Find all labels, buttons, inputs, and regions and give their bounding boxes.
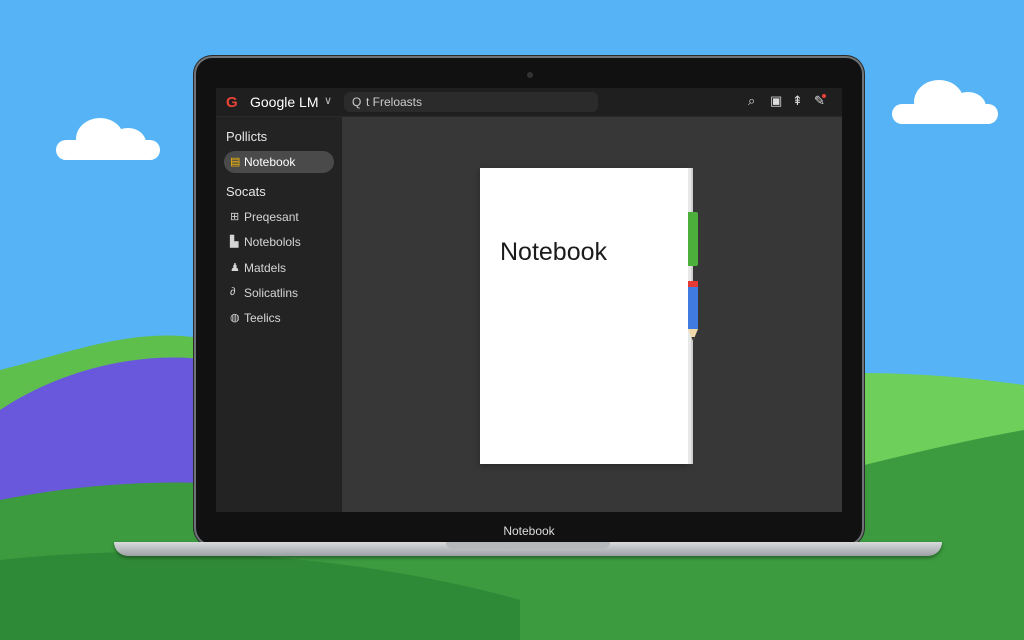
sidebar-item-solicatlins[interactable]: ∂ Solicatlins xyxy=(224,282,334,304)
settings-icon: ◍ xyxy=(230,312,240,324)
search-bar[interactable]: Q t Freloasts xyxy=(344,92,598,112)
pencil-icon xyxy=(688,281,698,341)
person-icon: ♟ xyxy=(230,262,240,274)
chevron-down-icon[interactable]: ∨ xyxy=(324,94,332,107)
sidebar-item-label: Preqesant xyxy=(244,210,299,224)
grid-view-icon[interactable]: ▣ xyxy=(770,93,782,109)
sidebar-item-preqesant[interactable]: ⊞ Preqesant xyxy=(224,206,334,228)
notification-dot-icon xyxy=(822,94,826,98)
app-top-bar: G Google LM ∨ Q t Freloasts ⌕ ▣ ⇞ ✎ xyxy=(216,88,842,117)
briefcase-icon: ▙ xyxy=(230,236,239,248)
notebook-title: Notebook xyxy=(500,238,608,266)
app-name[interactable]: Google LM xyxy=(250,94,318,110)
sidebar-item-label: Teelics xyxy=(244,311,281,325)
search-text[interactable]: t Freloasts xyxy=(366,95,422,109)
sidebar-item-label: Notebook xyxy=(244,155,296,169)
cloud-right xyxy=(892,80,998,124)
sidebar-section-title: Pollicts xyxy=(226,129,268,144)
sidebar-item-label: Matdels xyxy=(244,261,287,275)
sidebar-section-title: Socats xyxy=(226,184,266,199)
search-icon[interactable]: ⌕ xyxy=(748,93,755,109)
laptop-base xyxy=(114,542,942,556)
grid-icon: ⊞ xyxy=(230,211,240,223)
share-icon[interactable]: ⇞ xyxy=(792,93,803,109)
notebook-cover[interactable]: Notebook xyxy=(480,168,688,464)
sidebar-item-notebolols[interactable]: ▙ Notebolols xyxy=(224,231,334,253)
search-icon: Q xyxy=(352,95,362,109)
sidebar: Pollicts ▤ Notebook Socats ⊞ Preqesant ▙… xyxy=(216,117,342,512)
laptop-bezel-label: Notebook xyxy=(503,524,555,538)
notebook-icon: ▤ xyxy=(230,156,241,168)
link-icon: ∂ xyxy=(230,286,236,298)
sidebar-item-matdels[interactable]: ♟ Matdels xyxy=(224,257,334,279)
bookmark-tab-icon xyxy=(688,212,698,266)
webcam-icon xyxy=(527,72,533,78)
main-content: Notebook xyxy=(342,117,842,512)
cloud-left xyxy=(56,118,160,160)
sidebar-item-notebook[interactable]: ▤ Notebook xyxy=(224,151,334,173)
laptop-screen: G Google LM ∨ Q t Freloasts ⌕ ▣ ⇞ ✎ Poll… xyxy=(216,88,842,512)
google-logo-icon: G xyxy=(226,94,238,111)
laptop-lid: G Google LM ∨ Q t Freloasts ⌕ ▣ ⇞ ✎ Poll… xyxy=(196,58,862,544)
sidebar-item-label: Solicatlins xyxy=(244,286,299,300)
sidebar-item-teelics[interactable]: ◍ Teelics xyxy=(224,307,334,329)
sidebar-item-label: Notebolols xyxy=(244,235,301,249)
laptop-notch xyxy=(446,542,610,549)
